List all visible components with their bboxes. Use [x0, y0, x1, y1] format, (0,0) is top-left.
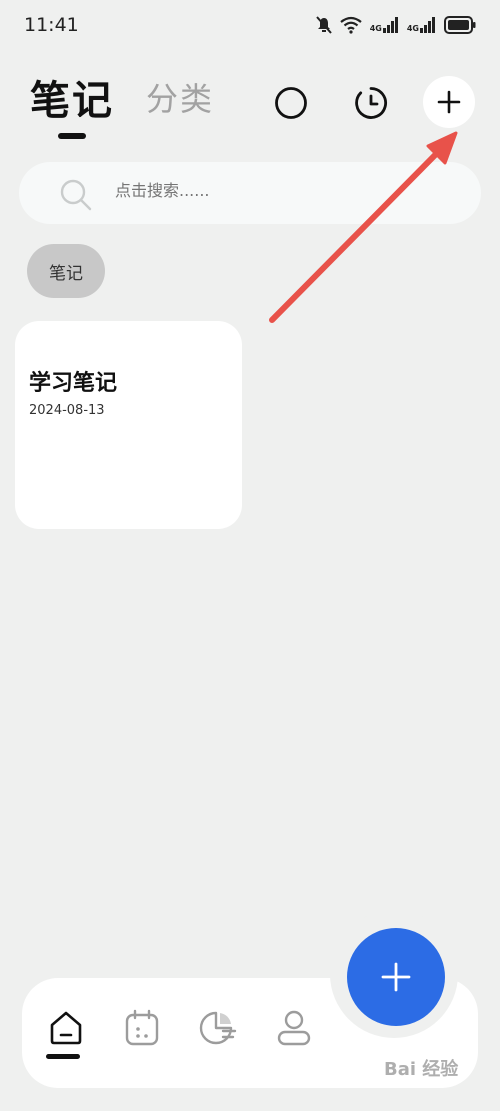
profile-icon: [277, 1010, 311, 1046]
clock-icon: [355, 87, 387, 119]
status-bar: 11:41 4G 4G: [0, 0, 500, 52]
fab-add-button[interactable]: [347, 928, 445, 1026]
nav-calendar[interactable]: [120, 1006, 164, 1050]
network-label: 4G: [406, 24, 419, 33]
note-card[interactable]: 学习笔记 2024-08-13: [15, 321, 242, 529]
home-icon: [50, 1011, 82, 1045]
calendar-icon: [125, 1009, 159, 1046]
category-chip[interactable]: 笔记: [27, 244, 105, 298]
signal-group-1: 4G: [370, 17, 399, 33]
tab-notes[interactable]: 笔记: [30, 68, 114, 126]
search-icon: [60, 179, 92, 211]
note-title: 学习笔记: [29, 371, 118, 396]
signal-icon: [420, 17, 435, 33]
search-input[interactable]: [115, 181, 435, 200]
circle-button[interactable]: [268, 80, 314, 126]
tab-active-indicator: [58, 133, 86, 139]
mute-bell-icon: [315, 16, 332, 34]
tab-category[interactable]: 分类: [146, 74, 214, 120]
nav-home[interactable]: [44, 1006, 88, 1050]
circle-icon: [275, 87, 307, 119]
signal-group-2: 4G: [407, 17, 436, 33]
battery-icon: [444, 16, 476, 34]
status-icons: 4G 4G: [315, 14, 476, 36]
plus-icon: [437, 90, 461, 114]
nav-stats[interactable]: [196, 1006, 240, 1050]
history-button[interactable]: [348, 80, 394, 126]
add-note-button[interactable]: [423, 76, 475, 128]
nav-active-indicator: [46, 1054, 80, 1059]
stats-icon: [199, 1011, 237, 1045]
search-bar[interactable]: [19, 162, 481, 224]
watermark: Bai 经验: [384, 1059, 459, 1080]
nav-profile[interactable]: [272, 1006, 316, 1050]
note-date: 2024-08-13: [29, 403, 105, 418]
signal-icon: [382, 17, 398, 33]
wifi-icon: [340, 16, 362, 34]
network-label: 4G: [369, 24, 382, 33]
plus-icon: [381, 962, 411, 992]
status-time: 11:41: [24, 14, 79, 36]
